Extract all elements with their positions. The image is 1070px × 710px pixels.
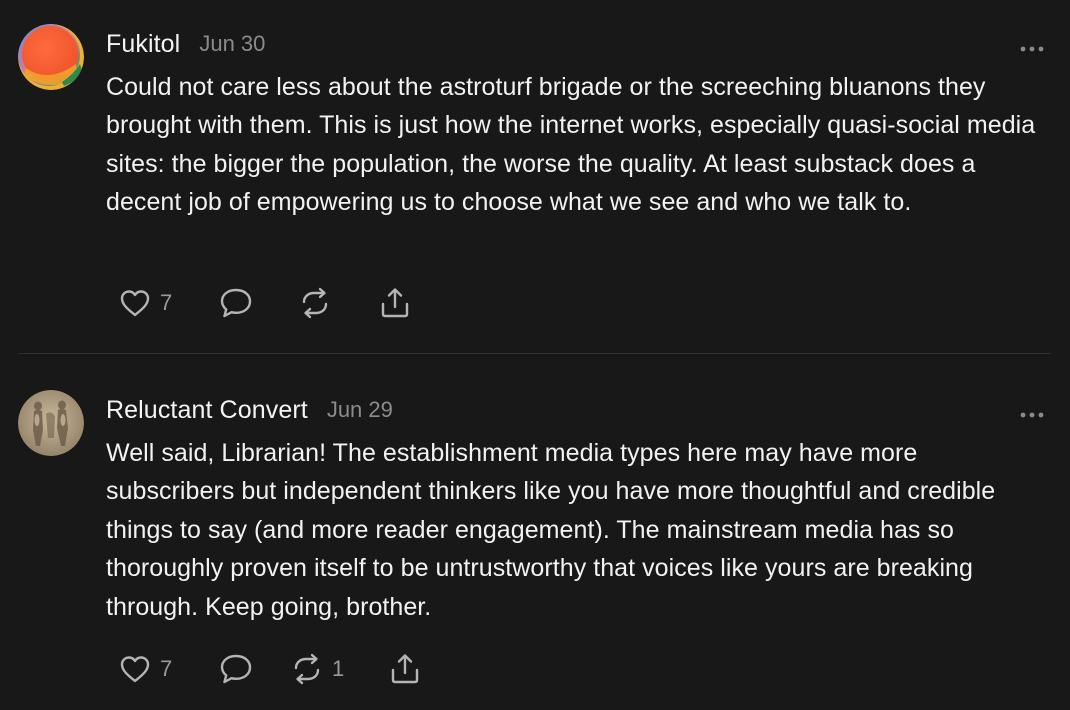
share-icon bbox=[381, 288, 409, 318]
comment-divider bbox=[18, 353, 1051, 354]
restack-icon bbox=[294, 653, 320, 685]
like-count: 7 bbox=[160, 656, 173, 681]
comment-body: Well said, Librarian! The establishment … bbox=[106, 439, 996, 621]
share-button[interactable] bbox=[388, 652, 422, 686]
more-dots-icon[interactable] bbox=[1019, 40, 1045, 52]
orange-gradient-avatar-icon bbox=[18, 24, 84, 90]
avatar[interactable] bbox=[18, 390, 84, 456]
restack-button[interactable] bbox=[298, 286, 378, 320]
reply-button[interactable] bbox=[218, 652, 290, 686]
speech-bubble-icon bbox=[220, 288, 252, 318]
comment-actions: 7 bbox=[118, 285, 412, 321]
like-button[interactable]: 7 bbox=[118, 653, 218, 685]
avatar[interactable] bbox=[18, 24, 84, 90]
like-button[interactable]: 7 bbox=[118, 287, 218, 319]
comment-actions: 7 1 bbox=[118, 651, 422, 687]
comment-date[interactable]: Jun 30 bbox=[199, 31, 265, 57]
like-count: 7 bbox=[160, 290, 173, 315]
comment-header: Reluctant Convert Jun 29 bbox=[106, 392, 393, 428]
share-button[interactable] bbox=[378, 286, 412, 320]
comment-header: Fukitol Jun 30 bbox=[106, 26, 265, 62]
classical-relief-avatar-icon bbox=[18, 390, 84, 456]
speech-bubble-icon bbox=[220, 654, 252, 684]
heart-icon bbox=[120, 656, 150, 683]
share-icon bbox=[391, 654, 419, 684]
restack-count: 1 bbox=[332, 656, 345, 681]
author-name[interactable]: Fukitol bbox=[106, 30, 180, 59]
restack-button[interactable]: 1 bbox=[290, 652, 388, 686]
reply-button[interactable] bbox=[218, 286, 298, 320]
restack-icon bbox=[302, 287, 328, 319]
comment-body: Could not care less about the astroturf … bbox=[106, 73, 1036, 217]
author-name[interactable]: Reluctant Convert bbox=[106, 396, 308, 425]
more-dots-icon[interactable] bbox=[1019, 406, 1045, 418]
heart-icon bbox=[120, 290, 150, 317]
comment-date[interactable]: Jun 29 bbox=[327, 397, 393, 423]
